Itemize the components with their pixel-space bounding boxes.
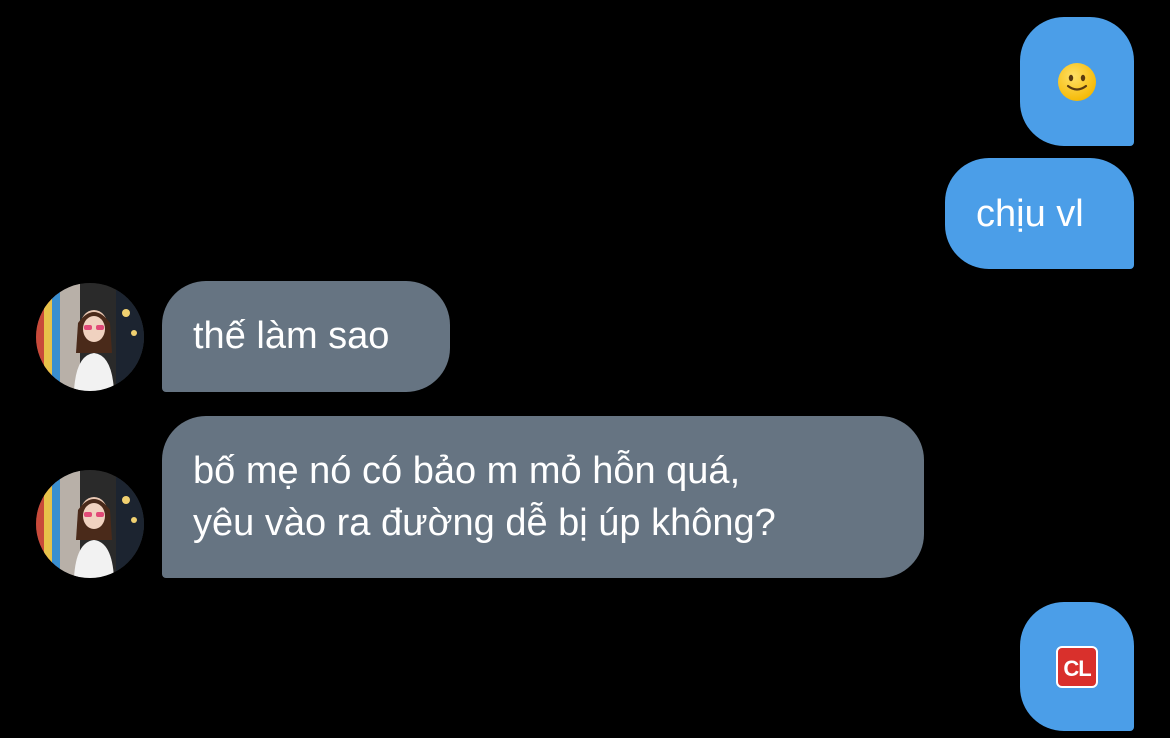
message-text-line-1: bố mẹ nó có bảo m mỏ hỗn quá, [193, 450, 741, 492]
outgoing-message-emoji-cl[interactable]: CL [1020, 602, 1134, 731]
outgoing-message-emoji-smile[interactable] [1020, 17, 1134, 146]
message-text-line-2: yêu vào ra đường dễ bị úp không? [193, 502, 776, 544]
slightly-smiling-face-icon [1058, 62, 1096, 101]
message-text: thế làm sao [193, 315, 390, 357]
incoming-message-text[interactable]: thế làm sao [162, 281, 450, 392]
cl-button-icon: CL [1056, 645, 1098, 688]
outgoing-message-text[interactable]: chịu vl [945, 158, 1134, 269]
contact-avatar[interactable] [36, 470, 144, 578]
contact-avatar[interactable] [36, 283, 144, 391]
message-text: chịu vl [976, 193, 1084, 235]
incoming-message-text[interactable]: bố mẹ nó có bảo m mỏ hỗn quá, yêu vào ra… [162, 416, 924, 578]
